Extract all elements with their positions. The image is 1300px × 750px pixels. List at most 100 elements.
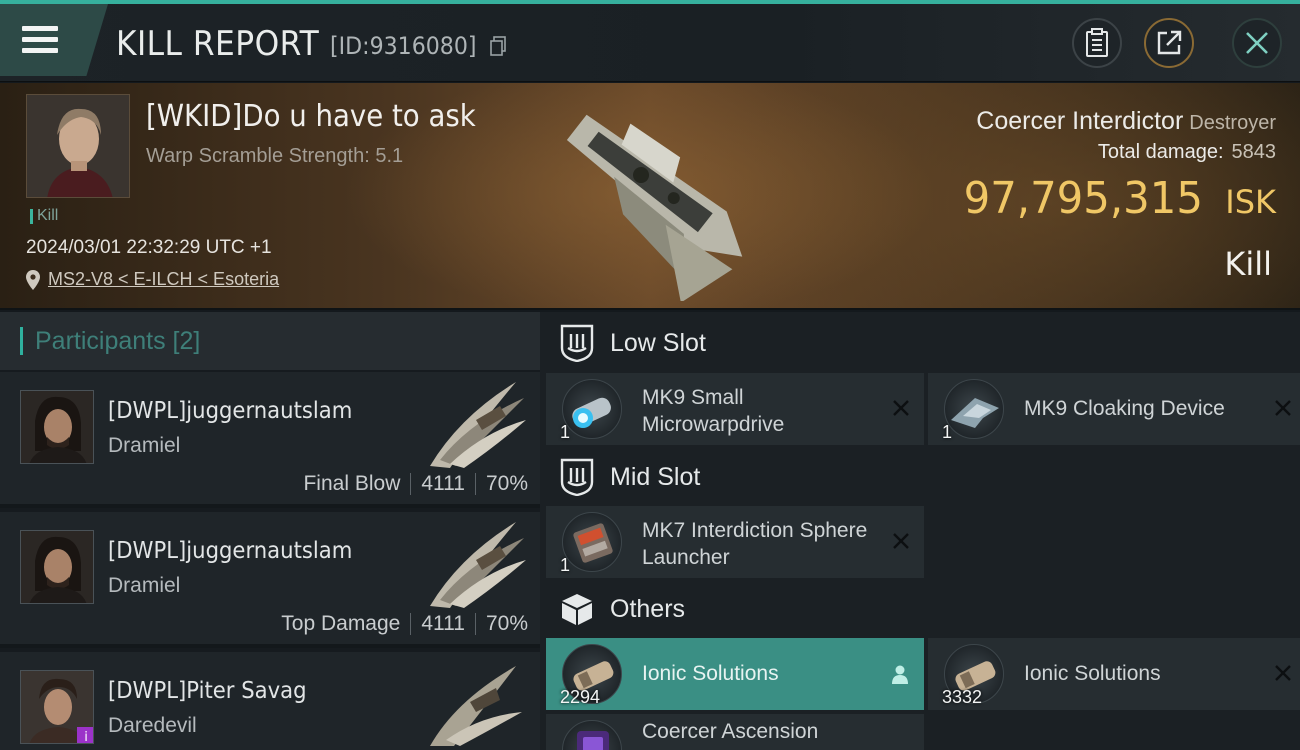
person-icon bbox=[892, 665, 908, 684]
cloaking-device-icon bbox=[944, 379, 1004, 439]
top-bar: KILL REPORT [ID:9316080] bbox=[0, 0, 1300, 82]
copy-icon[interactable] bbox=[490, 36, 506, 56]
item-name: Ionic Solutions bbox=[642, 662, 779, 685]
pilot-portrait-icon: i bbox=[21, 671, 93, 744]
isk-unit: ISK bbox=[1225, 183, 1276, 221]
cargo-item[interactable]: 2294 Ionic Solutions bbox=[546, 638, 924, 710]
participant-name: [DWPL]juggernautslam bbox=[108, 398, 353, 424]
participant-role: Top Damage bbox=[281, 612, 401, 635]
item-name: Ionic Solutions bbox=[1024, 662, 1161, 685]
participant-ship: Daredevil bbox=[108, 714, 197, 737]
microwarpdrive-icon bbox=[562, 379, 622, 439]
shield-slot-icon bbox=[560, 324, 594, 362]
clipboard-icon bbox=[1086, 28, 1108, 57]
item-name: Coercer Ascension bbox=[642, 720, 819, 743]
item-quantity: 2294 bbox=[560, 687, 601, 707]
participant-damage: 4111 bbox=[421, 612, 465, 635]
avatar[interactable] bbox=[20, 390, 94, 464]
fitting-panel: Low Slot 1 MK9 Small Microwarpdrive 1 MK… bbox=[540, 312, 1300, 750]
warp-scramble-strength: Warp Scramble Strength: 5.1 bbox=[146, 145, 404, 167]
victim-ship-image bbox=[566, 114, 743, 301]
participant-row[interactable]: [DWPL]juggernautslam Dramiel Top Damage … bbox=[0, 512, 540, 648]
others-label: Others bbox=[610, 594, 686, 623]
participant-row[interactable]: i [DWPL]Piter Savag Daredevil bbox=[0, 652, 540, 750]
victim-name: [WKID]Do u have to ask bbox=[146, 99, 476, 134]
location-pin-icon bbox=[26, 269, 40, 290]
ship-thumbnail bbox=[430, 666, 522, 746]
destroyed-x-icon bbox=[1275, 665, 1291, 681]
pilot-portrait-icon bbox=[21, 531, 93, 603]
participant-ship: Dramiel bbox=[108, 434, 181, 457]
participant-row[interactable]: [DWPL]juggernautslam Dramiel Final Blow … bbox=[0, 372, 540, 508]
menu-button[interactable] bbox=[0, 4, 108, 76]
skin-icon bbox=[562, 720, 622, 750]
isk-value: 97,795,315 bbox=[963, 173, 1204, 224]
location-link[interactable]: MS2-V8 < E-ILCH < Esoteria bbox=[48, 269, 279, 290]
close-button[interactable] bbox=[1232, 18, 1282, 68]
victim-ship-name: Coercer Interdictor Destroyer bbox=[976, 107, 1276, 136]
kill-tag-label: Kill bbox=[37, 207, 59, 224]
victim-banner: [WKID]Do u have to ask Warp Scramble Str… bbox=[0, 83, 1300, 310]
participant-stats: Final Blow 4111 70% bbox=[303, 472, 528, 496]
ship-class: Destroyer bbox=[1189, 112, 1276, 134]
kill-tag: Kill bbox=[30, 207, 58, 225]
destroyed-x-icon bbox=[1275, 400, 1291, 416]
avatar[interactable] bbox=[20, 530, 94, 604]
item-quantity: 1 bbox=[942, 422, 953, 442]
clipboard-button[interactable] bbox=[1072, 18, 1122, 68]
cargo-item[interactable]: 3332 Ionic Solutions bbox=[928, 638, 1300, 710]
isk-value-row: 97,795,315 ISK bbox=[951, 173, 1276, 224]
item-quantity: 1 bbox=[560, 422, 571, 442]
fitted-item[interactable]: 1 MK9 Cloaking Device bbox=[928, 373, 1300, 445]
total-damage-value: 5843 bbox=[1231, 141, 1277, 163]
destroyed-x-icon bbox=[893, 533, 909, 549]
interdiction-launcher-icon bbox=[562, 512, 622, 572]
item-quantity: 1 bbox=[560, 555, 571, 575]
shield-slot-icon bbox=[560, 458, 594, 496]
participant-percent: 70% bbox=[485, 472, 528, 495]
cargo-item[interactable]: Coercer Ascension bbox=[546, 714, 924, 750]
report-id: [ID:9316080] bbox=[330, 32, 477, 60]
item-name: MK9 Cloaking Device bbox=[1024, 397, 1225, 420]
low-slot-label: Low Slot bbox=[610, 328, 706, 357]
participants-title: Participants [2] bbox=[35, 326, 201, 355]
kill-timestamp: 2024/03/01 22:32:29 UTC +1 bbox=[26, 237, 272, 258]
total-damage: Total damage: 5843 bbox=[1098, 141, 1276, 164]
participant-damage: 4111 bbox=[421, 472, 465, 495]
participants-panel: Participants [2] [DWPL]juggernautslam Dr… bbox=[0, 312, 540, 750]
kill-location[interactable]: MS2-V8 < E-ILCH < Esoteria bbox=[26, 269, 279, 290]
avatar[interactable]: i bbox=[20, 670, 94, 744]
participant-name: [DWPL]juggernautslam bbox=[108, 538, 353, 564]
pilot-portrait-icon bbox=[27, 95, 129, 197]
mid-slot-label: Mid Slot bbox=[610, 462, 701, 491]
victim-portrait[interactable] bbox=[26, 94, 130, 198]
mid-slot-header: Mid Slot bbox=[540, 448, 1300, 506]
result-label: Kill bbox=[1224, 245, 1272, 283]
participant-percent: 70% bbox=[485, 612, 528, 635]
destroyed-x-icon bbox=[893, 400, 909, 416]
share-button[interactable] bbox=[1144, 18, 1194, 68]
cargo-box-icon bbox=[560, 590, 594, 628]
total-damage-label: Total damage: bbox=[1097, 141, 1224, 163]
share-icon bbox=[1157, 30, 1182, 55]
participant-role: Final Blow bbox=[303, 472, 401, 495]
low-slot-header: Low Slot bbox=[540, 314, 1300, 372]
ship-thumbnail bbox=[430, 382, 526, 468]
ship-name-text: Coercer Interdictor bbox=[976, 107, 1184, 135]
item-quantity: 3332 bbox=[942, 687, 983, 707]
svg-text:i: i bbox=[84, 730, 88, 744]
participant-ship: Dramiel bbox=[108, 574, 181, 597]
page-title: KILL REPORT bbox=[116, 24, 320, 64]
item-name: MK7 Interdiction Sphere Launcher bbox=[642, 519, 868, 569]
participants-header: Participants [2] bbox=[0, 312, 540, 370]
hamburger-icon bbox=[22, 26, 58, 54]
participant-name: [DWPL]Piter Savag bbox=[108, 678, 307, 704]
others-header: Others bbox=[540, 580, 1300, 638]
fitted-item[interactable]: 1 MK7 Interdiction Sphere Launcher bbox=[546, 506, 924, 578]
close-icon bbox=[1246, 32, 1268, 54]
fitted-item[interactable]: 1 MK9 Small Microwarpdrive bbox=[546, 373, 924, 445]
participant-stats: Top Damage 4111 70% bbox=[281, 612, 528, 636]
ship-thumbnail bbox=[430, 522, 526, 608]
item-name: MK9 Small Microwarpdrive bbox=[642, 386, 785, 436]
pilot-portrait-icon bbox=[21, 391, 93, 463]
